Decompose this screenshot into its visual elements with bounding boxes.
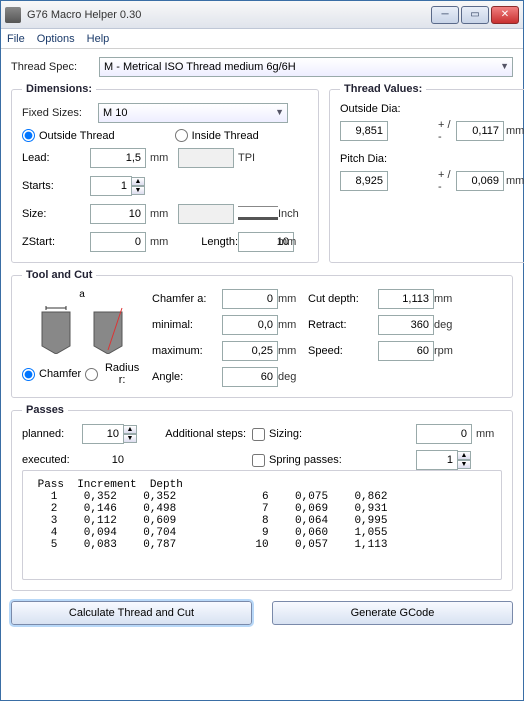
cut-depth-input[interactable] — [378, 289, 434, 309]
retract-input[interactable] — [378, 315, 434, 335]
pitch-dia-label: Pitch Dia: — [340, 153, 524, 165]
window-title: G76 Macro Helper 0.30 — [27, 9, 431, 21]
inch-label: Inch — [278, 208, 308, 220]
thread-spec-label: Thread Spec: — [11, 61, 99, 73]
menu-file[interactable]: File — [7, 33, 25, 45]
outside-tol-input[interactable] — [456, 121, 504, 141]
size-input[interactable] — [90, 204, 146, 224]
length-unit: mm — [278, 236, 308, 248]
speed-input[interactable] — [378, 341, 434, 361]
pitch-tol-input[interactable] — [456, 171, 504, 191]
outside-dia-label: Outside Dia: — [340, 103, 524, 115]
chamfer-a-input[interactable] — [222, 289, 278, 309]
speed-label: Speed: — [308, 345, 378, 357]
outside-thread-radio[interactable]: Outside Thread — [22, 129, 115, 142]
menubar: File Options Help — [1, 29, 523, 49]
passes-listing[interactable]: Pass Increment Depth 1 0,352 0,352 6 0,0… — [22, 470, 502, 580]
minimal-label: minimal: — [152, 319, 222, 331]
zstart-unit: mm — [150, 236, 178, 248]
a-label: a — [22, 289, 142, 300]
maximum-label: maximum: — [152, 345, 222, 357]
maximize-button[interactable]: ▭ — [461, 6, 489, 24]
angle-label: Angle: — [152, 371, 222, 383]
retract-label: Retract: — [308, 319, 378, 331]
lead-label: Lead: — [22, 152, 90, 164]
pd-unit: mm — [506, 175, 524, 187]
planned-label: planned: — [22, 428, 82, 440]
od-unit: mm — [506, 125, 524, 137]
radius-radio[interactable]: Radius r: — [85, 362, 142, 386]
cut-depth-label: Cut depth: — [308, 293, 378, 305]
length-label: Length: — [178, 236, 238, 248]
planned-spinner[interactable]: ▲▼ — [82, 424, 142, 444]
executed-value: 10 — [82, 454, 142, 466]
fixed-sizes-label: Fixed Sizes: — [22, 107, 98, 119]
close-button[interactable]: ✕ — [491, 6, 519, 24]
passes-legend: Passes — [22, 404, 68, 416]
inside-thread-radio[interactable]: Inside Thread — [175, 129, 259, 142]
dimensions-group: Dimensions: Fixed Sizes: M 10 Outside Th… — [11, 83, 319, 263]
tpi-label: TPI — [238, 152, 278, 164]
pm1: + / - — [438, 119, 456, 143]
angle-input[interactable] — [222, 367, 278, 387]
lead-input[interactable] — [90, 148, 146, 168]
lead-unit: mm — [150, 152, 178, 164]
thread-values-legend: Thread Values: — [340, 83, 426, 95]
sizing-check[interactable]: Sizing: — [252, 428, 416, 441]
chamfer-radio[interactable]: Chamfer — [22, 362, 81, 386]
maximum-input[interactable] — [222, 341, 278, 361]
tool-cut-group: Tool and Cut a Chamfer Radius r: — [11, 269, 513, 398]
spring-check[interactable]: Spring passes: — [252, 454, 416, 467]
tpi-input — [178, 148, 234, 168]
tool-legend: Tool and Cut — [22, 269, 96, 281]
executed-label: executed: — [22, 454, 82, 466]
chamfer-tool-icon — [34, 300, 78, 356]
radius-tool-icon — [86, 300, 130, 356]
titlebar: G76 Macro Helper 0.30 ─ ▭ ✕ — [1, 1, 523, 29]
zstart-label: ZStart: — [22, 236, 90, 248]
size-label: Size: — [22, 208, 90, 220]
inch-input — [178, 204, 234, 224]
menu-options[interactable]: Options — [37, 33, 75, 45]
menu-help[interactable]: Help — [87, 33, 110, 45]
dimensions-legend: Dimensions: — [22, 83, 96, 95]
inch-swatch-icon — [238, 206, 278, 220]
addsteps-label: Additional steps: — [142, 428, 252, 440]
generate-gcode-button[interactable]: Generate GCode — [272, 601, 513, 625]
pitch-dia-input[interactable] — [340, 171, 388, 191]
spin-down-icon: ▼ — [131, 186, 145, 195]
minimize-button[interactable]: ─ — [431, 6, 459, 24]
size-unit: mm — [150, 208, 178, 220]
passes-group: Passes planned: ▲▼ Additional steps: Siz… — [11, 404, 513, 591]
spin-up-icon: ▲ — [131, 177, 145, 186]
starts-label: Starts: — [22, 180, 90, 192]
zstart-input[interactable] — [90, 232, 146, 252]
fixed-sizes-select[interactable]: M 10 — [98, 103, 288, 123]
thread-spec-select[interactable]: M - Metrical ISO Thread medium 6g/6H — [99, 57, 513, 77]
sizing-input[interactable] — [416, 424, 472, 444]
starts-spinner[interactable]: ▲▼ — [90, 176, 150, 196]
outside-dia-input[interactable] — [340, 121, 388, 141]
pm2: + / - — [438, 169, 456, 193]
spring-spinner[interactable]: ▲▼ — [416, 450, 476, 470]
thread-values-group: Thread Values: Outside Dia: + / - mm Pit… — [329, 83, 524, 263]
calculate-button[interactable]: Calculate Thread and Cut — [11, 601, 252, 625]
chamfer-a-label: Chamfer a: — [152, 293, 222, 305]
minimal-input[interactable] — [222, 315, 278, 335]
app-icon — [5, 7, 21, 23]
